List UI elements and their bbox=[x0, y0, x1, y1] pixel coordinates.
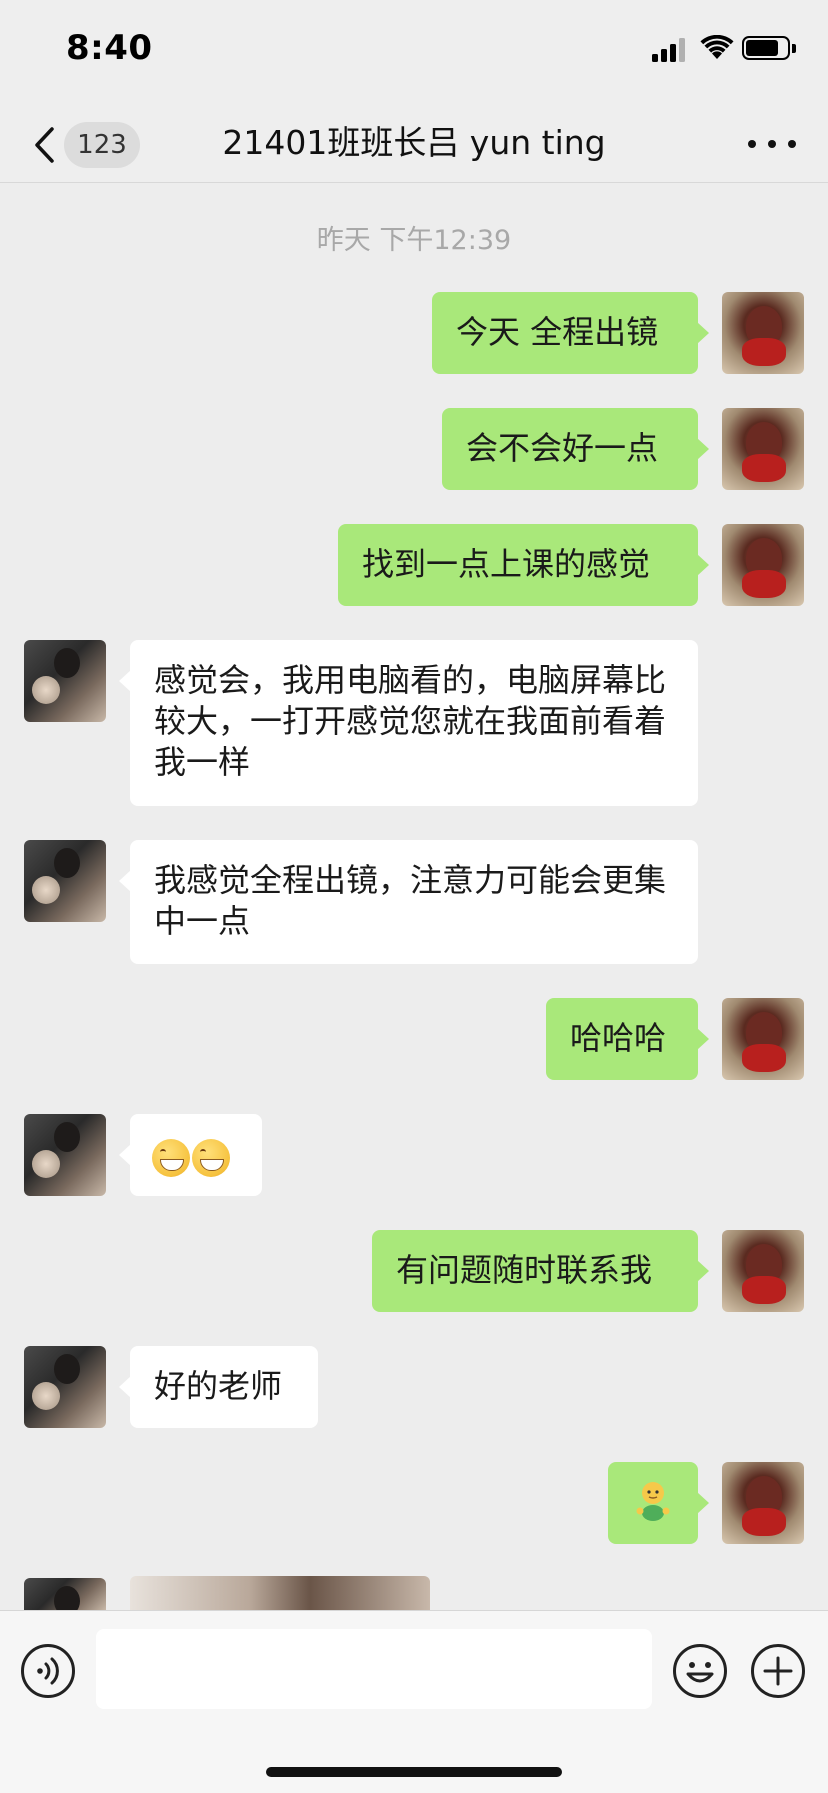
contact-avatar[interactable] bbox=[24, 1114, 106, 1196]
photo-message[interactable] bbox=[130, 1576, 430, 1610]
more-icon-dot bbox=[788, 140, 796, 148]
message-input[interactable] bbox=[96, 1629, 652, 1709]
self-avatar[interactable] bbox=[722, 524, 804, 606]
contact-avatar[interactable] bbox=[24, 640, 106, 722]
status-time: 8:40 bbox=[66, 28, 153, 68]
battery-icon bbox=[742, 36, 798, 62]
message-timestamp: 昨天 下午12:39 bbox=[316, 225, 512, 256]
more-icon-dot bbox=[748, 140, 756, 148]
signal-icon bbox=[652, 38, 688, 62]
message-bubble-self[interactable]: 找到一点上课的感觉 bbox=[338, 524, 709, 606]
message-bubble-self[interactable]: 哈哈哈 bbox=[546, 998, 709, 1080]
message-bubble-other[interactable]: 好的老师 bbox=[119, 1346, 318, 1428]
unread-count-badge: 123 bbox=[64, 122, 140, 168]
message-bubble-other[interactable]: 感觉会，我用电脑看的，电脑屏幕比较大，一打开感觉您就在我面前看着我一样 bbox=[119, 640, 698, 806]
more-icon-dot bbox=[768, 140, 776, 148]
message-bubble-other[interactable] bbox=[119, 1114, 262, 1196]
self-avatar[interactable] bbox=[722, 1230, 804, 1312]
voice-button[interactable] bbox=[20, 1643, 76, 1699]
message-bubble-other[interactable]: 我感觉全程出镜，注意力可能会更集中一点 bbox=[119, 840, 698, 964]
contact-avatar[interactable] bbox=[24, 1346, 106, 1428]
input-bar bbox=[0, 1610, 828, 1793]
add-icon bbox=[751, 1644, 805, 1698]
message-bubble-self[interactable] bbox=[608, 1462, 709, 1544]
grin-emoji-icon bbox=[192, 1139, 230, 1177]
self-avatar[interactable] bbox=[722, 998, 804, 1080]
grin-emoji-icon bbox=[152, 1139, 190, 1177]
self-avatar[interactable] bbox=[722, 408, 804, 490]
back-icon bbox=[35, 127, 54, 163]
emoji-button[interactable] bbox=[672, 1643, 728, 1699]
status-bar: 8:40 bbox=[0, 0, 828, 100]
more-button[interactable] bbox=[744, 122, 800, 168]
home-indicator bbox=[266, 1767, 562, 1777]
message-bubble-self[interactable]: 会不会好一点 bbox=[442, 408, 709, 490]
voice-icon bbox=[21, 1644, 75, 1698]
self-avatar[interactable] bbox=[722, 292, 804, 374]
self-avatar[interactable] bbox=[722, 1462, 804, 1544]
wifi-icon bbox=[700, 35, 734, 59]
chat-title: 21401班班长吕 yun ting bbox=[222, 123, 606, 162]
message-bubble-self[interactable]: 有问题随时联系我 bbox=[372, 1230, 709, 1312]
emoji-icon bbox=[673, 1644, 727, 1698]
back-button[interactable]: 123 bbox=[24, 120, 154, 172]
contact-avatar[interactable] bbox=[24, 840, 106, 922]
nav-bar: 123 21401班班长吕 yun ting bbox=[0, 100, 828, 182]
contact-avatar[interactable] bbox=[24, 1578, 106, 1610]
figure-emoji-icon bbox=[636, 1482, 670, 1521]
message-bubble-self[interactable]: 今天 全程出镜 bbox=[432, 292, 709, 374]
add-button[interactable] bbox=[750, 1643, 806, 1699]
